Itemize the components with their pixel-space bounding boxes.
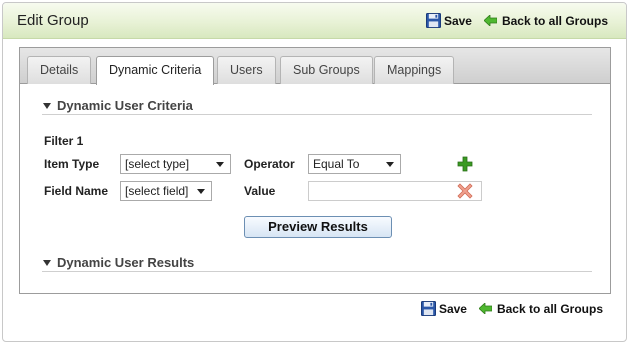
green-left-arrow-icon: [478, 303, 492, 314]
chevron-down-icon: [197, 189, 205, 194]
item-type-label: Item Type: [44, 157, 100, 171]
edit-group-window: Edit Group Save Back to all Groups Detai…: [2, 2, 627, 342]
operator-value: Equal To: [313, 157, 360, 171]
save-button-top[interactable]: Save: [425, 13, 472, 28]
tab-users[interactable]: Users: [217, 56, 276, 84]
tab-details[interactable]: Details: [27, 56, 92, 84]
save-label: Save: [438, 301, 467, 316]
chevron-down-icon: [216, 162, 224, 167]
back-label: Back to all Groups: [501, 13, 608, 28]
collapse-triangle-icon: [43, 259, 51, 266]
operator-select[interactable]: Equal To: [308, 154, 401, 174]
back-label: Back to all Groups: [496, 301, 603, 316]
operator-label: Operator: [244, 157, 295, 171]
dynamic-user-criteria-header[interactable]: Dynamic User Criteria: [42, 97, 592, 115]
filter-title: Filter 1: [44, 134, 84, 148]
back-to-groups-link-top[interactable]: Back to all Groups: [483, 13, 608, 28]
chevron-down-icon: [386, 162, 394, 167]
preview-results-button[interactable]: Preview Results: [244, 216, 392, 238]
dynamic-user-results-header[interactable]: Dynamic User Results: [42, 254, 592, 272]
red-x-icon[interactable]: [457, 183, 473, 199]
top-actions: Save Back to all Groups: [425, 13, 608, 28]
criteria-section-title: Dynamic User Criteria: [57, 98, 193, 113]
value-input[interactable]: [308, 181, 482, 201]
back-to-groups-link-bottom[interactable]: Back to all Groups: [478, 301, 603, 316]
field-name-label: Field Name: [44, 184, 109, 198]
floppy-disk-icon: [420, 301, 436, 316]
save-button-bottom[interactable]: Save: [420, 301, 467, 316]
tab-strip: Details Dynamic Criteria Users Sub Group…: [20, 48, 610, 85]
field-name-value: [select field]: [125, 184, 189, 198]
floppy-disk-icon: [425, 13, 441, 28]
title-bar: Edit Group Save Back to all Groups: [3, 3, 626, 39]
tab-sub-groups[interactable]: Sub Groups: [280, 56, 373, 84]
item-type-select[interactable]: [select type]: [120, 154, 231, 174]
value-label: Value: [244, 184, 276, 198]
edit-group-panel: Details Dynamic Criteria Users Sub Group…: [19, 47, 611, 294]
page-title: Edit Group: [17, 12, 89, 29]
save-label: Save: [443, 13, 472, 28]
collapse-triangle-icon: [43, 102, 51, 109]
green-left-arrow-icon: [483, 15, 497, 26]
tab-mappings[interactable]: Mappings: [374, 56, 455, 84]
results-section-title: Dynamic User Results: [57, 255, 195, 270]
field-name-select[interactable]: [select field]: [120, 181, 212, 201]
green-plus-icon[interactable]: [457, 156, 473, 172]
item-type-value: [select type]: [125, 157, 190, 171]
tab-dynamic-criteria[interactable]: Dynamic Criteria: [96, 56, 215, 85]
bottom-actions: Save Back to all Groups: [420, 301, 603, 316]
